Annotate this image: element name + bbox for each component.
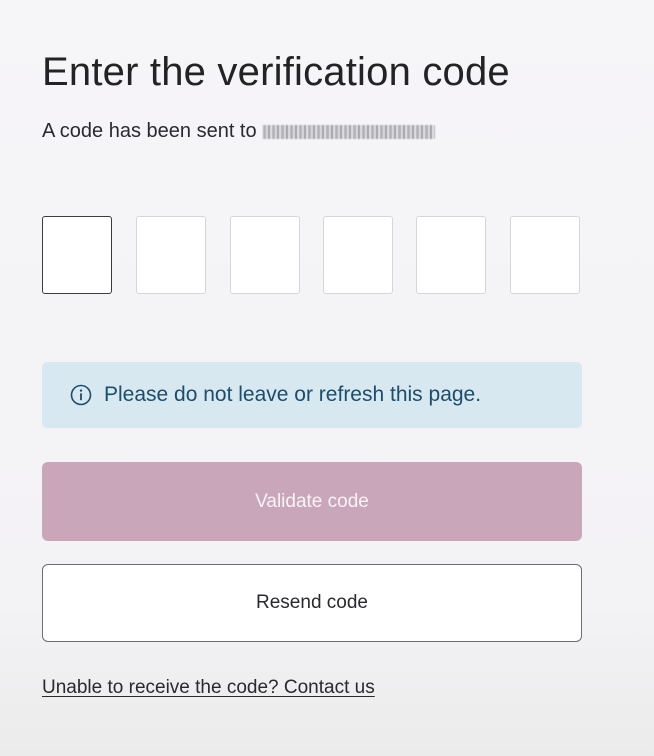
otp-digit-6[interactable] <box>510 216 580 294</box>
info-alert: Please do not leave or refresh this page… <box>42 362 582 428</box>
contact-us-link[interactable]: Unable to receive the code? Contact us <box>42 677 375 699</box>
validate-code-button[interactable]: Validate code <box>42 462 582 541</box>
verification-page: Enter the verification code A code has b… <box>0 0 654 756</box>
code-sent-message: A code has been sent to <box>42 120 435 143</box>
code-sent-label: A code has been sent to <box>42 120 257 142</box>
otp-digit-5[interactable] <box>416 216 486 294</box>
otp-digit-1[interactable] <box>42 216 112 294</box>
info-icon <box>70 384 92 406</box>
page-title: Enter the verification code <box>42 50 510 94</box>
otp-digit-3[interactable] <box>230 216 300 294</box>
otp-digit-4[interactable] <box>323 216 393 294</box>
otp-input-group <box>42 216 582 294</box>
resend-code-button[interactable]: Resend code <box>42 564 582 642</box>
otp-digit-2[interactable] <box>136 216 206 294</box>
redacted-destination <box>262 124 435 139</box>
alert-message: Please do not leave or refresh this page… <box>104 383 482 406</box>
